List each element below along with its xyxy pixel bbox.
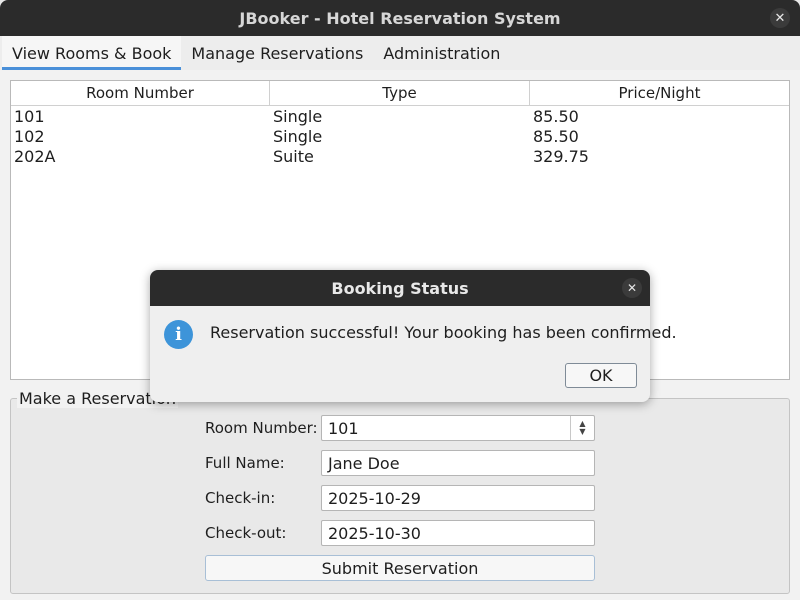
dialog-message: Reservation successful! Your booking has…: [210, 323, 677, 342]
check-in-field[interactable]: 2025-10-29: [321, 485, 595, 511]
room-number-value: 101: [328, 418, 359, 438]
full-name-field[interactable]: Jane Doe: [321, 450, 595, 476]
reservation-form: Make a Reservation Room Number: 101 ▲ ▼ F…: [10, 389, 790, 594]
full-name-label: Full Name:: [205, 454, 285, 472]
cell-room-number: 102: [14, 126, 45, 146]
submit-reservation-button[interactable]: Submit Reservation: [205, 555, 595, 581]
cell-price: 329.75: [533, 146, 589, 166]
column-header-type[interactable]: Type: [270, 81, 530, 105]
window-close-icon[interactable]: ✕: [770, 8, 790, 28]
check-in-label: Check-in:: [205, 489, 276, 507]
tab-view-rooms[interactable]: View Rooms & Book: [2, 36, 182, 70]
cell-type: Single: [273, 106, 323, 126]
table-row[interactable]: 102 Single 85.50: [11, 126, 789, 146]
check-out-field[interactable]: 2025-10-30: [321, 520, 595, 546]
dialog-close-icon[interactable]: ✕: [622, 278, 642, 298]
cell-type: Suite: [273, 146, 314, 166]
cell-room-number: 202A: [14, 146, 56, 166]
spinner-arrows-icon[interactable]: ▲ ▼: [570, 416, 594, 440]
info-icon: i: [164, 320, 193, 349]
table-row[interactable]: 202A Suite 329.75: [11, 146, 789, 166]
room-number-label: Room Number:: [205, 419, 318, 437]
column-header-room-number[interactable]: Room Number: [11, 81, 270, 105]
dialog-titlebar: Booking Status ✕: [150, 270, 650, 306]
table-row[interactable]: 101 Single 85.50: [11, 106, 789, 126]
tab-administration[interactable]: Administration: [373, 36, 510, 70]
cell-price: 85.50: [533, 126, 579, 146]
cell-room-number: 101: [14, 106, 45, 126]
cell-price: 85.50: [533, 106, 579, 126]
tab-bar: View Rooms & Book Manage Reservations Ad…: [0, 36, 800, 70]
tab-manage-reservations[interactable]: Manage Reservations: [181, 36, 373, 70]
booking-status-dialog: Booking Status ✕ i Reservation successfu…: [150, 270, 677, 402]
window-titlebar: JBooker - Hotel Reservation System ✕: [0, 0, 800, 36]
window-title: JBooker - Hotel Reservation System: [239, 8, 561, 28]
room-number-select[interactable]: 101 ▲ ▼: [321, 415, 595, 441]
cell-type: Single: [273, 126, 323, 146]
table-header: Room Number Type Price/Night: [11, 81, 789, 106]
ok-button[interactable]: OK: [565, 363, 637, 388]
dialog-title: Booking Status: [331, 278, 469, 298]
column-header-price[interactable]: Price/Night: [530, 81, 789, 105]
check-out-label: Check-out:: [205, 524, 287, 542]
